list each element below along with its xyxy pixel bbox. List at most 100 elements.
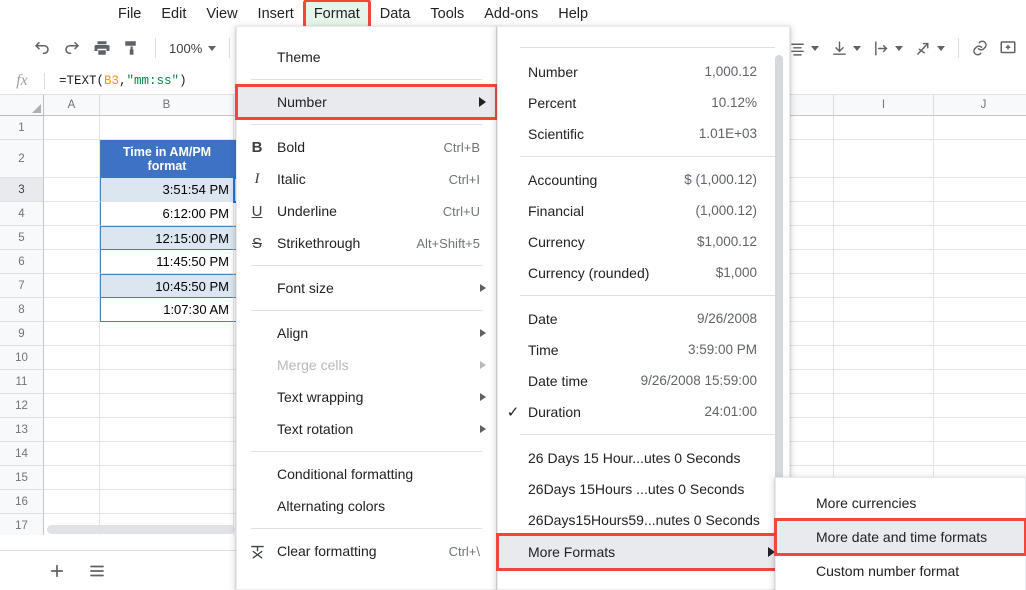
cell-a10[interactable]	[44, 346, 100, 370]
cell-a7[interactable]	[44, 274, 100, 298]
column-header-j[interactable]: J	[934, 95, 1026, 116]
row-header-16[interactable]: 16	[0, 490, 44, 514]
cell-i8[interactable]	[834, 298, 934, 322]
menubar-item-help[interactable]: Help	[549, 1, 597, 27]
row-header-11[interactable]: 11	[0, 370, 44, 394]
cell-j7[interactable]	[934, 274, 1026, 298]
menubar-item-addons[interactable]: Add-ons	[475, 1, 547, 27]
cell-b9[interactable]	[100, 322, 234, 346]
cell-i11[interactable]	[834, 370, 934, 394]
chevron-down-icon[interactable]	[895, 45, 903, 51]
menu-item-align[interactable]: Align	[237, 317, 496, 349]
row-header-12[interactable]: 12	[0, 394, 44, 418]
cell-a8[interactable]	[44, 298, 100, 322]
menubar-item-file[interactable]: File	[109, 1, 150, 27]
cell-j4[interactable]	[934, 202, 1026, 226]
text-rotation-icon[interactable]	[909, 34, 937, 62]
more-formats-submenu[interactable]: More currencies More date and time forma…	[774, 477, 1026, 590]
paint-format-icon[interactable]	[118, 34, 146, 62]
print-icon[interactable]	[88, 34, 116, 62]
row-header-3[interactable]: 3	[0, 178, 44, 202]
cell-a2[interactable]	[44, 140, 100, 178]
cell-b7[interactable]: 10:45:50 PM	[100, 274, 234, 298]
cell-i7[interactable]	[834, 274, 934, 298]
cell-i5[interactable]	[834, 226, 934, 250]
number-format-accounting[interactable]: Accounting $ (1,000.12)	[498, 164, 789, 195]
row-header-13[interactable]: 13	[0, 418, 44, 442]
submenu-scrollbar[interactable]	[775, 55, 783, 533]
redo-icon[interactable]	[58, 34, 86, 62]
menu-item-text-rotation[interactable]: Text rotation	[237, 413, 496, 445]
cell-i6[interactable]	[834, 250, 934, 274]
cell-j2[interactable]	[934, 140, 1026, 178]
menu-item-custom-number-format[interactable]: Custom number format	[776, 554, 1025, 588]
number-format-duration-long-2[interactable]: 26Days 15Hours ...utes 0 Seconds	[498, 473, 789, 504]
row-header-14[interactable]: 14	[0, 442, 44, 466]
number-format-duration[interactable]: ✓ Duration 24:01:00	[498, 396, 789, 427]
menu-item-italic[interactable]: I Italic Ctrl+I	[237, 163, 496, 195]
cell-i3[interactable]	[834, 178, 934, 202]
number-format-currency[interactable]: Currency $1,000.12	[498, 226, 789, 257]
menubar-item-format[interactable]: Format	[302, 0, 371, 29]
undo-icon[interactable]	[28, 34, 56, 62]
vertical-align-icon[interactable]	[825, 34, 853, 62]
row-header-6[interactable]: 6	[0, 250, 44, 274]
cell-a9[interactable]	[44, 322, 100, 346]
formula-input[interactable]: =TEXT(B3,"mm:ss")	[59, 74, 187, 88]
row-header-7[interactable]: 7	[0, 274, 44, 298]
chevron-down-icon[interactable]	[937, 45, 945, 51]
row-header-4[interactable]: 4	[0, 202, 44, 226]
menubar-item-insert[interactable]: Insert	[249, 1, 303, 27]
cell-j1[interactable]	[934, 116, 1026, 140]
row-header-9[interactable]: 9	[0, 322, 44, 346]
cell-i10[interactable]	[834, 346, 934, 370]
cell-i2[interactable]	[834, 140, 934, 178]
plus-icon[interactable]	[44, 558, 70, 584]
cell-b5[interactable]: 12:15:00 PM	[100, 226, 234, 250]
number-format-date[interactable]: Date 9/26/2008	[498, 303, 789, 334]
menubar-item-view[interactable]: View	[197, 1, 246, 27]
cell-b14[interactable]	[100, 442, 234, 466]
text-wrapping-icon[interactable]	[867, 34, 895, 62]
list-icon[interactable]	[84, 558, 110, 584]
chevron-down-icon[interactable]	[811, 45, 819, 51]
menu-item-text-wrapping[interactable]: Text wrapping	[237, 381, 496, 413]
number-format-time[interactable]: Time 3:59:00 PM	[498, 334, 789, 365]
cell-j11[interactable]	[934, 370, 1026, 394]
cell-b13[interactable]	[100, 418, 234, 442]
cell-b11[interactable]	[100, 370, 234, 394]
insert-link-icon[interactable]	[966, 34, 994, 62]
row-header-5[interactable]: 5	[0, 226, 44, 250]
row-header-15[interactable]: 15	[0, 466, 44, 490]
cell-j3[interactable]	[934, 178, 1026, 202]
row-header-2[interactable]: 2	[0, 140, 44, 178]
cell-a12[interactable]	[44, 394, 100, 418]
cell-b15[interactable]	[100, 466, 234, 490]
cell-j8[interactable]	[934, 298, 1026, 322]
menu-item-strikethrough[interactable]: S Strikethrough Alt+Shift+5	[237, 227, 496, 259]
cell-i9[interactable]	[834, 322, 934, 346]
number-format-submenu[interactable]: Number 1,000.12 Percent 10.12% Scientifi…	[496, 26, 791, 590]
cell-b12[interactable]	[100, 394, 234, 418]
menu-item-theme[interactable]: Theme	[237, 41, 496, 73]
number-format-number[interactable]: Number 1,000.12	[498, 56, 789, 87]
number-format-currency-rounded[interactable]: Currency (rounded) $1,000	[498, 257, 789, 288]
menu-item-alternating-colors[interactable]: Alternating colors	[237, 490, 496, 522]
number-format-duration-long-3[interactable]: 26Days15Hours59...nutes 0 Seconds	[498, 504, 789, 535]
menu-item-conditional-formatting[interactable]: Conditional formatting	[237, 458, 496, 490]
cell-b1[interactable]	[100, 116, 234, 140]
cell-i4[interactable]	[834, 202, 934, 226]
cell-a13[interactable]	[44, 418, 100, 442]
cell-a14[interactable]	[44, 442, 100, 466]
cell-b10[interactable]	[100, 346, 234, 370]
cell-b2-table-header[interactable]: Time in AM/PM format	[100, 140, 234, 178]
cell-a16[interactable]	[44, 490, 100, 514]
cell-b16[interactable]	[100, 490, 234, 514]
cell-b6[interactable]: 11:45:50 PM	[100, 250, 234, 274]
cell-a1[interactable]	[44, 116, 100, 140]
cell-i13[interactable]	[834, 418, 934, 442]
cell-j14[interactable]	[934, 442, 1026, 466]
column-header-b[interactable]: B	[100, 95, 234, 116]
cell-a6[interactable]	[44, 250, 100, 274]
row-header-10[interactable]: 10	[0, 346, 44, 370]
